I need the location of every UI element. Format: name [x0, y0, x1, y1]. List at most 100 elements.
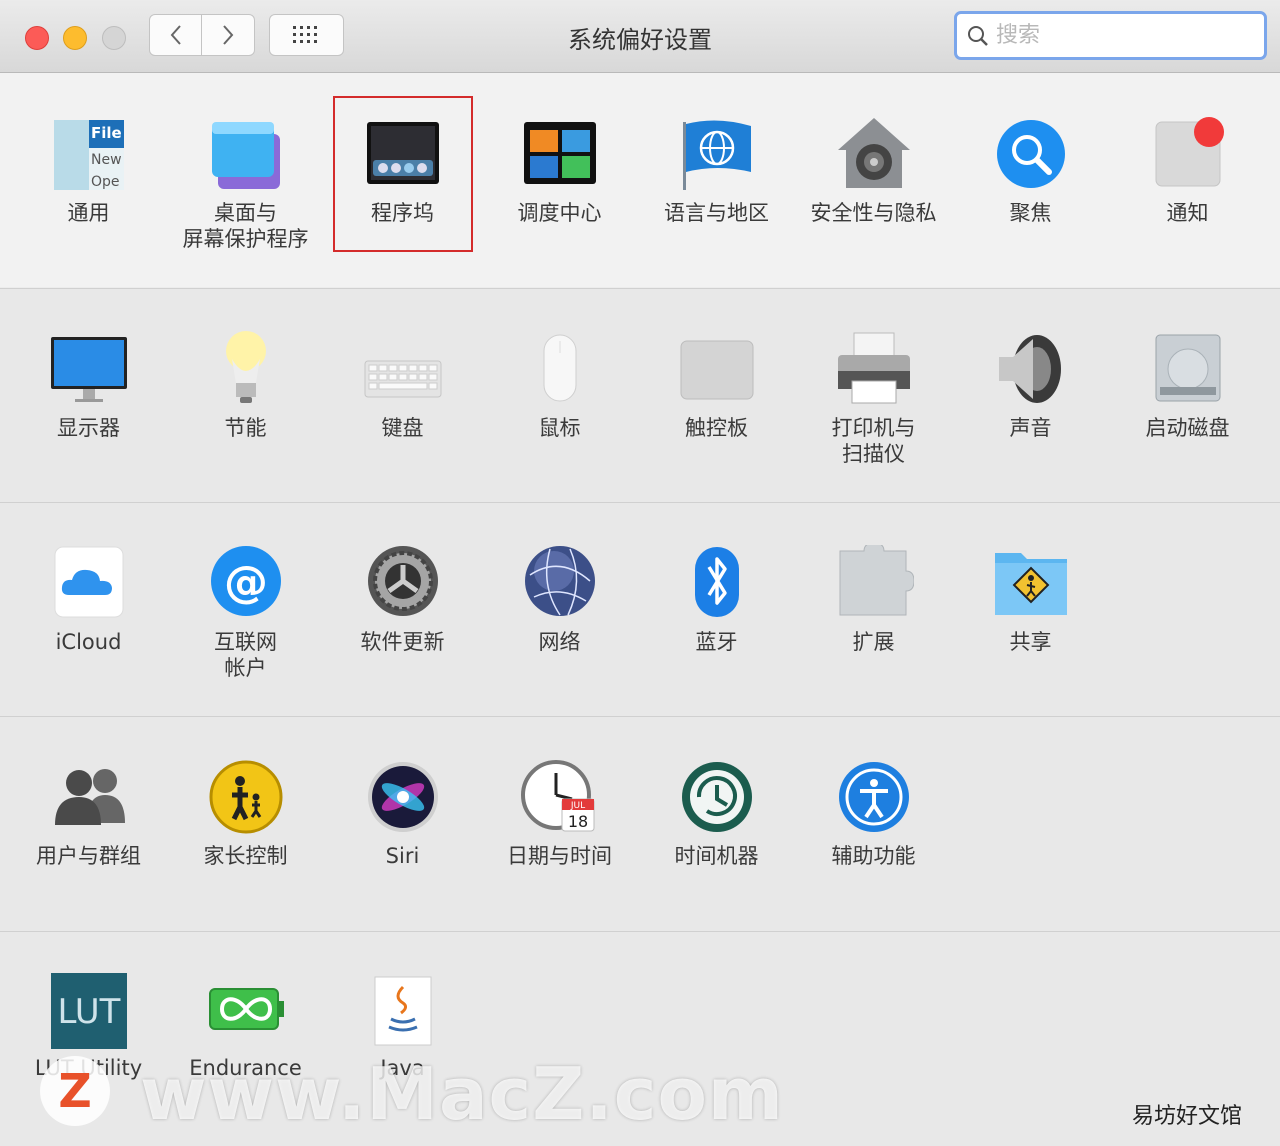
grid-icon — [292, 26, 317, 43]
accessibility-icon — [834, 759, 914, 839]
mouse-icon — [520, 331, 600, 411]
back-button[interactable] — [149, 14, 202, 56]
pref-label: 打印机与 扫描仪 — [831, 416, 916, 466]
pref-label: 互联网 帐户 — [214, 630, 277, 680]
pref-parental-controls[interactable]: 家长控制 — [167, 759, 324, 869]
dock-highlight-box — [333, 96, 473, 252]
pref-label: 扩展 — [852, 630, 895, 654]
general-icon-text-new: New — [91, 152, 122, 168]
hard-drive-icon — [1148, 331, 1228, 411]
pref-sound[interactable]: 声音 — [952, 331, 1109, 441]
pref-accessibility[interactable]: 辅助功能 — [795, 759, 952, 869]
chevron-left-icon — [170, 25, 181, 45]
java-icon — [363, 971, 443, 1051]
puzzle-icon — [834, 542, 915, 625]
pref-security-privacy[interactable]: 安全性与隐私 — [795, 116, 952, 226]
pref-label: 共享 — [1009, 630, 1052, 654]
pref-label: 语言与地区 — [664, 201, 769, 225]
pref-sharing[interactable]: 共享 — [952, 545, 1109, 655]
pref-label: 网络 — [538, 630, 581, 654]
pref-startup-disk[interactable]: 启动磁盘 — [1109, 331, 1266, 441]
pref-extensions[interactable]: 扩展 — [795, 542, 952, 655]
forward-button[interactable] — [202, 14, 255, 56]
pref-label: 触控板 — [685, 416, 748, 440]
pref-time-machine[interactable]: 时间机器 — [638, 759, 795, 869]
parental-controls-icon — [206, 759, 286, 839]
pref-label: 安全性与隐私 — [810, 201, 937, 225]
pref-date-time[interactable]: JUL 18 日期与时间 — [481, 759, 638, 869]
pref-displays[interactable]: 显示器 — [10, 331, 167, 441]
pref-label: 时间机器 — [674, 844, 759, 868]
pref-label: 启动磁盘 — [1145, 416, 1230, 440]
mission-control-icon — [520, 116, 600, 196]
window-title: 系统偏好设置 — [568, 26, 712, 54]
system-preferences-window: 系统偏好设置 File New Ope 通用 — [0, 0, 1280, 1146]
battery-infinity-icon — [206, 971, 286, 1051]
pref-label: 通用 — [67, 201, 110, 225]
pref-label: iCloud — [55, 630, 122, 654]
calendar-month: JUL — [569, 801, 584, 811]
pref-label: 键盘 — [381, 416, 424, 440]
pref-notifications[interactable]: 通知 — [1109, 116, 1266, 226]
clock-calendar-icon: JUL 18 — [520, 759, 600, 839]
watermark-logo-letter: Z — [58, 1064, 92, 1118]
search-input[interactable] — [994, 22, 1258, 49]
pref-mission-control[interactable]: 调度中心 — [481, 116, 638, 226]
pref-label: 辅助功能 — [831, 844, 916, 868]
search-field[interactable] — [954, 11, 1267, 60]
pref-label: 桌面与 屏幕保护程序 — [182, 201, 309, 251]
pref-network[interactable]: 网络 — [481, 545, 638, 655]
lut-icon: LUT — [49, 971, 129, 1051]
svg-text:@: @ — [224, 557, 268, 608]
at-sign-icon: @ — [206, 545, 286, 625]
pref-keyboard[interactable]: 键盘 — [324, 331, 481, 441]
pref-spotlight[interactable]: 聚焦 — [952, 116, 1109, 226]
pref-label: 节能 — [224, 416, 267, 440]
show-all-button[interactable] — [269, 14, 344, 56]
flag-globe-icon — [677, 116, 757, 196]
users-icon — [49, 759, 129, 839]
lightbulb-icon — [206, 331, 286, 411]
title-bar: 系统偏好设置 — [0, 0, 1280, 73]
watermark-corner-text: 易坊好文馆 — [1132, 1104, 1243, 1129]
watermark-text: www.MacZ.com — [140, 1052, 784, 1136]
pref-label: 通知 — [1166, 201, 1209, 225]
pref-label: 日期与时间 — [507, 844, 612, 868]
pref-general[interactable]: File New Ope 通用 — [10, 116, 167, 226]
pref-label: 软件更新 — [360, 630, 445, 654]
general-icon-text-file: File — [91, 124, 122, 142]
pref-label: 用户与群组 — [36, 844, 141, 868]
desktop-icon — [206, 116, 286, 196]
speaker-icon — [991, 331, 1071, 411]
close-button[interactable] — [25, 26, 49, 50]
general-icon-text-open: Ope — [91, 174, 120, 190]
pref-language-region[interactable]: 语言与地区 — [638, 116, 795, 226]
pref-desktop-screensaver[interactable]: 桌面与 屏幕保护程序 — [167, 116, 324, 252]
pref-icloud[interactable]: iCloud — [10, 545, 167, 655]
minimize-button[interactable] — [63, 26, 87, 50]
display-icon — [49, 331, 129, 411]
pref-label: 鼠标 — [538, 416, 581, 440]
pref-energy-saver[interactable]: 节能 — [167, 331, 324, 441]
pref-internet-accounts[interactable]: @ 互联网 帐户 — [167, 545, 324, 681]
spotlight-icon — [991, 116, 1071, 196]
zoom-button[interactable] — [102, 26, 126, 50]
watermark-logo: Z — [40, 1056, 110, 1126]
notifications-icon — [1148, 116, 1228, 196]
printer-icon — [834, 331, 914, 411]
pref-label: 调度中心 — [517, 201, 602, 225]
time-machine-icon — [677, 759, 757, 839]
pref-mouse[interactable]: 鼠标 — [481, 331, 638, 441]
pref-software-update[interactable]: 软件更新 — [324, 545, 481, 655]
shared-folder-icon — [991, 545, 1071, 625]
general-icon: File New Ope — [49, 116, 129, 196]
keyboard-icon — [363, 331, 443, 411]
pref-label: 家长控制 — [203, 844, 288, 868]
pref-printers-scanners[interactable]: 打印机与 扫描仪 — [795, 331, 952, 467]
pref-siri[interactable]: Siri — [324, 759, 481, 869]
chevron-right-icon — [223, 25, 234, 45]
bluetooth-icon — [677, 545, 757, 625]
pref-trackpad[interactable]: 触控板 — [638, 331, 795, 441]
pref-users-groups[interactable]: 用户与群组 — [10, 759, 167, 869]
pref-bluetooth[interactable]: 蓝牙 — [638, 545, 795, 655]
